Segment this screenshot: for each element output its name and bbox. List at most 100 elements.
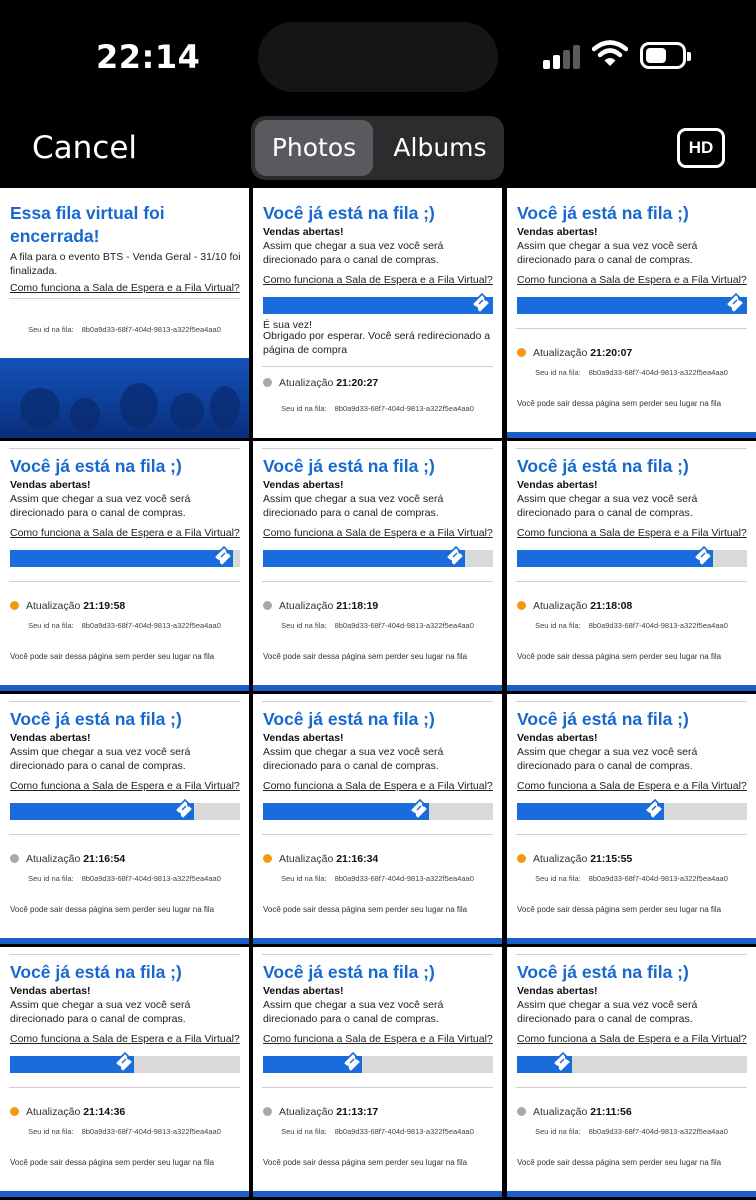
tile-description: Assim que chegar a sua vez você será dir… xyxy=(10,746,191,772)
update-time: 21:13:17 xyxy=(336,1106,379,1118)
queue-id-line: Seu id na fila: 8b0a9d33-68f7-404d-9813-a… xyxy=(253,404,502,413)
help-link: Como funciona a Sala de Espera e a Fila … xyxy=(263,527,493,539)
photo-thumbnail-queue[interactable]: Você já está na fila ;) Vendas abertas! As… xyxy=(253,947,502,1197)
status-dot-icon xyxy=(517,348,526,357)
queue-id-label: Seu id na fila: xyxy=(28,621,74,630)
status-time: 22:14 xyxy=(96,38,201,76)
help-link: Como funciona a Sala de Espera e a Fila … xyxy=(517,1033,747,1045)
wifi-icon xyxy=(592,40,628,66)
help-link: Como funciona a Sala de Espera e a Fila … xyxy=(10,1033,240,1045)
queue-progress-bar xyxy=(517,798,747,821)
update-time: 21:18:08 xyxy=(590,600,633,612)
sales-open-label: Vendas abertas! xyxy=(10,985,91,997)
tab-albums[interactable]: Albums xyxy=(381,120,499,176)
update-label: Atualização xyxy=(533,347,588,359)
photo-thumbnail-queue[interactable]: Você já está na fila ;) Vendas abertas! As… xyxy=(507,947,756,1197)
photo-thumbnail-your-turn[interactable]: Você já está na fila ;) Vendas abertas! … xyxy=(253,188,502,438)
photo-thumbnail-queue[interactable]: Você já está na fila ;) Vendas abertas! As… xyxy=(507,188,756,438)
tab-photos[interactable]: Photos xyxy=(255,120,373,176)
queue-id-line: Seu id na fila: 8b0a9d33-68f7-404d-9813-a… xyxy=(0,325,249,334)
tile-description: Assim que chegar a sua vez você será dir… xyxy=(517,240,698,266)
sales-open-label: Vendas abertas! xyxy=(10,479,91,491)
photo-thumbnail-queue[interactable]: Você já está na fila ;) Vendas abertas! As… xyxy=(0,441,249,691)
cancel-button[interactable]: Cancel xyxy=(32,130,137,166)
help-link: Como funciona a Sala de Espera e a Fila … xyxy=(517,527,747,539)
update-time: 21:20:27 xyxy=(336,377,379,389)
photo-thumbnail-queue[interactable]: Você já está na fila ;) Vendas abertas! As… xyxy=(0,694,249,944)
ticket-icon xyxy=(408,798,430,821)
status-dot-icon xyxy=(263,601,272,610)
update-label: Atualização xyxy=(279,1106,334,1118)
queue-id-line: Seu id na fila: 8b0a9d33-68f7-404d-9813-a… xyxy=(507,621,756,630)
photo-thumbnail-queue[interactable]: Você já está na fila ;) Vendas abertas! As… xyxy=(507,694,756,944)
leave-page-note: Você pode sair dessa página sem perder s… xyxy=(263,905,468,914)
help-link: Como funciona a Sala de Espera e a Fila … xyxy=(263,1033,493,1045)
update-status: Atualização 21:16:54 xyxy=(10,853,125,865)
update-label: Atualização xyxy=(26,853,81,865)
tile-title: Você já está na fila ;) xyxy=(517,962,689,982)
queue-id-line: Seu id na fila: 8b0a9d33-68f7-404d-9813-a… xyxy=(0,1127,249,1136)
queue-progress-bar xyxy=(263,798,493,821)
update-time: 21:18:19 xyxy=(336,600,379,612)
status-dot-icon xyxy=(10,854,19,863)
queue-progress-bar xyxy=(263,545,493,568)
queue-id-label: Seu id na fila: xyxy=(535,368,581,377)
queue-progress-bar xyxy=(517,545,747,568)
update-time: 21:16:54 xyxy=(83,853,126,865)
photo-thumbnail-queue[interactable]: Você já está na fila ;) Vendas abertas! As… xyxy=(0,947,249,1197)
queue-progress-bar xyxy=(10,798,240,821)
hd-toggle-button[interactable]: HD xyxy=(677,128,725,168)
update-status: Atualização 21:18:08 xyxy=(517,600,632,612)
update-time: 21:15:55 xyxy=(590,853,633,865)
leave-page-note: Você pode sair dessa página sem perder s… xyxy=(10,652,215,661)
queue-id-value: 8b0a9d33-68f7-404d-9813-a322f5ea4aa0 xyxy=(588,874,728,883)
queue-id-label: Seu id na fila: xyxy=(535,1127,581,1136)
tile-footer-band xyxy=(253,685,502,691)
update-label: Atualização xyxy=(26,600,81,612)
status-dot-icon xyxy=(517,854,526,863)
update-label: Atualização xyxy=(533,600,588,612)
tile-title: Essa fila virtual foi encerrada! xyxy=(10,203,165,246)
tile-description: Assim que chegar a sua vez você será dir… xyxy=(10,999,191,1025)
tile-title: Você já está na fila ;) xyxy=(10,456,182,476)
update-label: Atualização xyxy=(533,1106,588,1118)
queue-id-value: 8b0a9d33-68f7-404d-9813-a322f5ea4aa0 xyxy=(588,368,728,377)
queue-id-label: Seu id na fila: xyxy=(535,874,581,883)
sales-open-label: Vendas abertas! xyxy=(263,985,344,997)
tile-title: Você já está na fila ;) xyxy=(10,709,182,729)
status-bar: 22:14 xyxy=(0,0,756,110)
update-time: 21:11:56 xyxy=(590,1106,632,1118)
queue-id-value: 8b0a9d33-68f7-404d-9813-a322f5ea4aa0 xyxy=(588,621,728,630)
photo-thumbnail-closed-queue[interactable]: Essa fila virtual foi encerrada! A fila … xyxy=(0,188,249,438)
photo-grid: Essa fila virtual foi encerrada! A fila … xyxy=(0,188,756,1200)
queue-id-value: 8b0a9d33-68f7-404d-9813-a322f5ea4aa0 xyxy=(334,1127,474,1136)
photo-picker-nav: Cancel Photos Albums HD xyxy=(0,110,756,188)
sales-open-label: Vendas abertas! xyxy=(263,479,344,491)
tile-description: Assim que chegar a sua vez você será dir… xyxy=(517,493,698,519)
queue-id-label: Seu id na fila: xyxy=(535,621,581,630)
ticket-icon xyxy=(724,292,746,315)
tile-title: Você já está na fila ;) xyxy=(263,962,435,982)
update-status: Atualização 21:16:34 xyxy=(263,853,378,865)
status-dot-icon xyxy=(263,1107,272,1116)
photo-thumbnail-queue[interactable]: Você já está na fila ;) Vendas abertas! As… xyxy=(253,694,502,944)
queue-id-line: Seu id na fila: 8b0a9d33-68f7-404d-9813-a… xyxy=(507,1127,756,1136)
tile-description: Assim que chegar a sua vez você será dir… xyxy=(263,240,444,266)
update-status: Atualização 21:14:36 xyxy=(10,1106,125,1118)
tile-title: Você já está na fila ;) xyxy=(517,456,689,476)
ticket-icon xyxy=(551,1051,573,1074)
ticket-icon xyxy=(113,1051,135,1074)
tile-description: Assim que chegar a sua vez você será dir… xyxy=(263,999,444,1025)
photo-thumbnail-queue[interactable]: Você já está na fila ;) Vendas abertas! As… xyxy=(253,441,502,691)
tile-footer-band xyxy=(507,938,756,944)
queue-id-label: Seu id na fila: xyxy=(281,621,327,630)
photo-thumbnail-queue[interactable]: Você já está na fila ;) Vendas abertas! As… xyxy=(507,441,756,691)
update-status: Atualização 21:19:58 xyxy=(10,600,125,612)
tile-description: Assim que chegar a sua vez você será dir… xyxy=(263,493,444,519)
queue-id-value: 8b0a9d33-68f7-404d-9813-a322f5ea4aa0 xyxy=(81,874,221,883)
redirect-text: Obrigado por esperar. Você será redireci… xyxy=(263,330,491,356)
queue-id-value: 8b0a9d33-68f7-404d-9813-a322f5ea4aa0 xyxy=(334,874,474,883)
tile-description: Assim que chegar a sua vez você será dir… xyxy=(263,746,444,772)
tile-title: Você já está na fila ;) xyxy=(517,203,689,223)
update-status: Atualização 21:11:56 xyxy=(517,1106,632,1118)
